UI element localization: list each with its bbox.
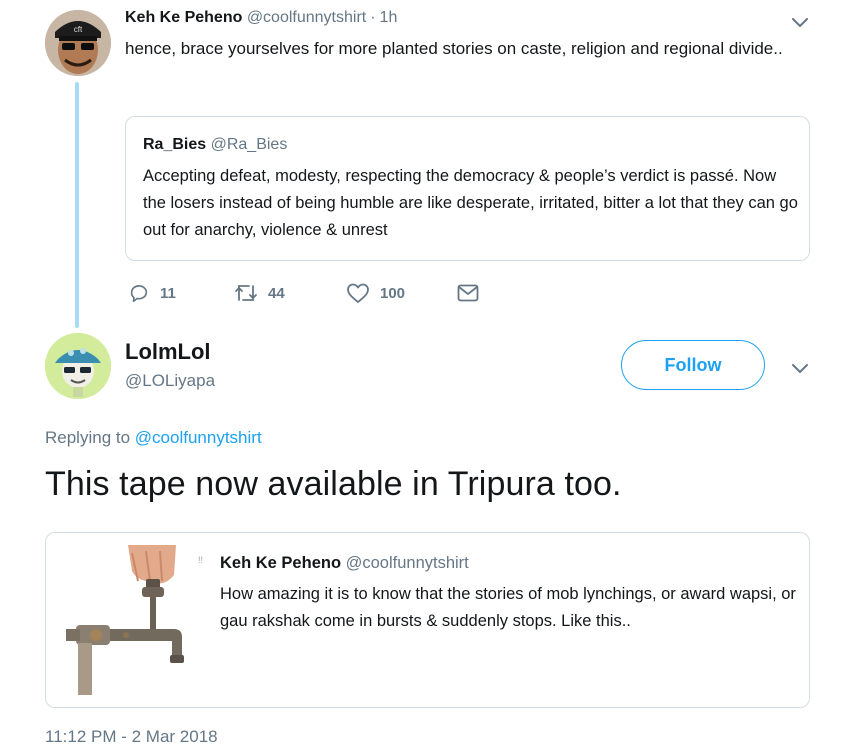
replying-to-line: Replying to @coolfunnytshirt [45, 428, 262, 448]
parent-tweet-text: hence, brace yourselves for more planted… [125, 39, 783, 58]
like-count: 100 [380, 284, 406, 302]
parent-tweet-header: Keh Ke Peheno @coolfunnytshirt · 1h [125, 9, 397, 27]
dm-icon [457, 284, 479, 302]
reply-count: 11 [160, 284, 176, 302]
tweet-timestamp[interactable]: 11:12 PM - 2 Mar 2018 [45, 727, 218, 747]
like-icon [347, 283, 369, 303]
main-author-name[interactable]: LolmLol [125, 339, 211, 365]
retweet-icon [235, 285, 257, 301]
quoted-tweet-card[interactable]: Ra_Bies @Ra_Bies Accepting defeat, modes… [125, 116, 810, 261]
parent-tweet-time[interactable]: 1h [380, 9, 398, 26]
thread-connector-line [75, 82, 79, 328]
svg-text:!!: !! [198, 555, 203, 565]
quoted-tweet-image: !! [66, 545, 221, 695]
parent-author-name[interactable]: Keh Ke Peheno [125, 9, 242, 26]
replying-to-handle-link[interactable]: @coolfunnytshirt [135, 428, 262, 447]
quoted-tweet-header: Ra_Bies @Ra_Bies [143, 136, 287, 154]
like-button[interactable]: 100 [346, 280, 405, 306]
quoted-tweet-card-with-media[interactable]: !! Keh Ke Peheno @coolfunnytshirt How am… [45, 532, 810, 708]
quoted-author-name: Ra_Bies [143, 136, 207, 153]
retweet-count: 44 [268, 284, 285, 302]
follow-button[interactable]: Follow [621, 340, 765, 390]
main-author-handle[interactable]: @LOLiyapa [125, 371, 215, 391]
main-tweet-menu-button[interactable] [788, 356, 812, 380]
main-tweet-text: This tape now available in Tripura too. [45, 465, 622, 503]
direct-message-button[interactable] [456, 280, 480, 306]
parent-author-avatar[interactable]: cft [45, 10, 111, 76]
quoted-author-handle: @coolfunnytshirt [345, 554, 469, 572]
quoted-tweet-text: Accepting defeat, modesty, respecting th… [143, 167, 798, 239]
svg-text:cft: cft [74, 25, 83, 34]
chevron-down-icon [792, 18, 808, 27]
retweet-button[interactable]: 44 [234, 280, 285, 306]
quoted-tweet-text: How amazing it is to know that the stori… [220, 585, 796, 630]
reply-button[interactable]: 11 [128, 280, 176, 306]
chevron-down-icon [792, 364, 808, 373]
replying-to-label: Replying to [45, 428, 131, 447]
parent-author-handle[interactable]: @coolfunnytshirt [247, 9, 366, 26]
quoted-author-handle: @Ra_Bies [210, 136, 288, 153]
quoted-tweet-header: Keh Ke Peheno @coolfunnytshirt [220, 554, 469, 573]
main-author-avatar[interactable] [45, 333, 111, 399]
quoted-author-name: Keh Ke Peheno [220, 554, 342, 572]
header-separator: · [370, 9, 376, 26]
parent-tweet-menu-button[interactable] [788, 10, 812, 34]
reply-icon [130, 285, 148, 303]
